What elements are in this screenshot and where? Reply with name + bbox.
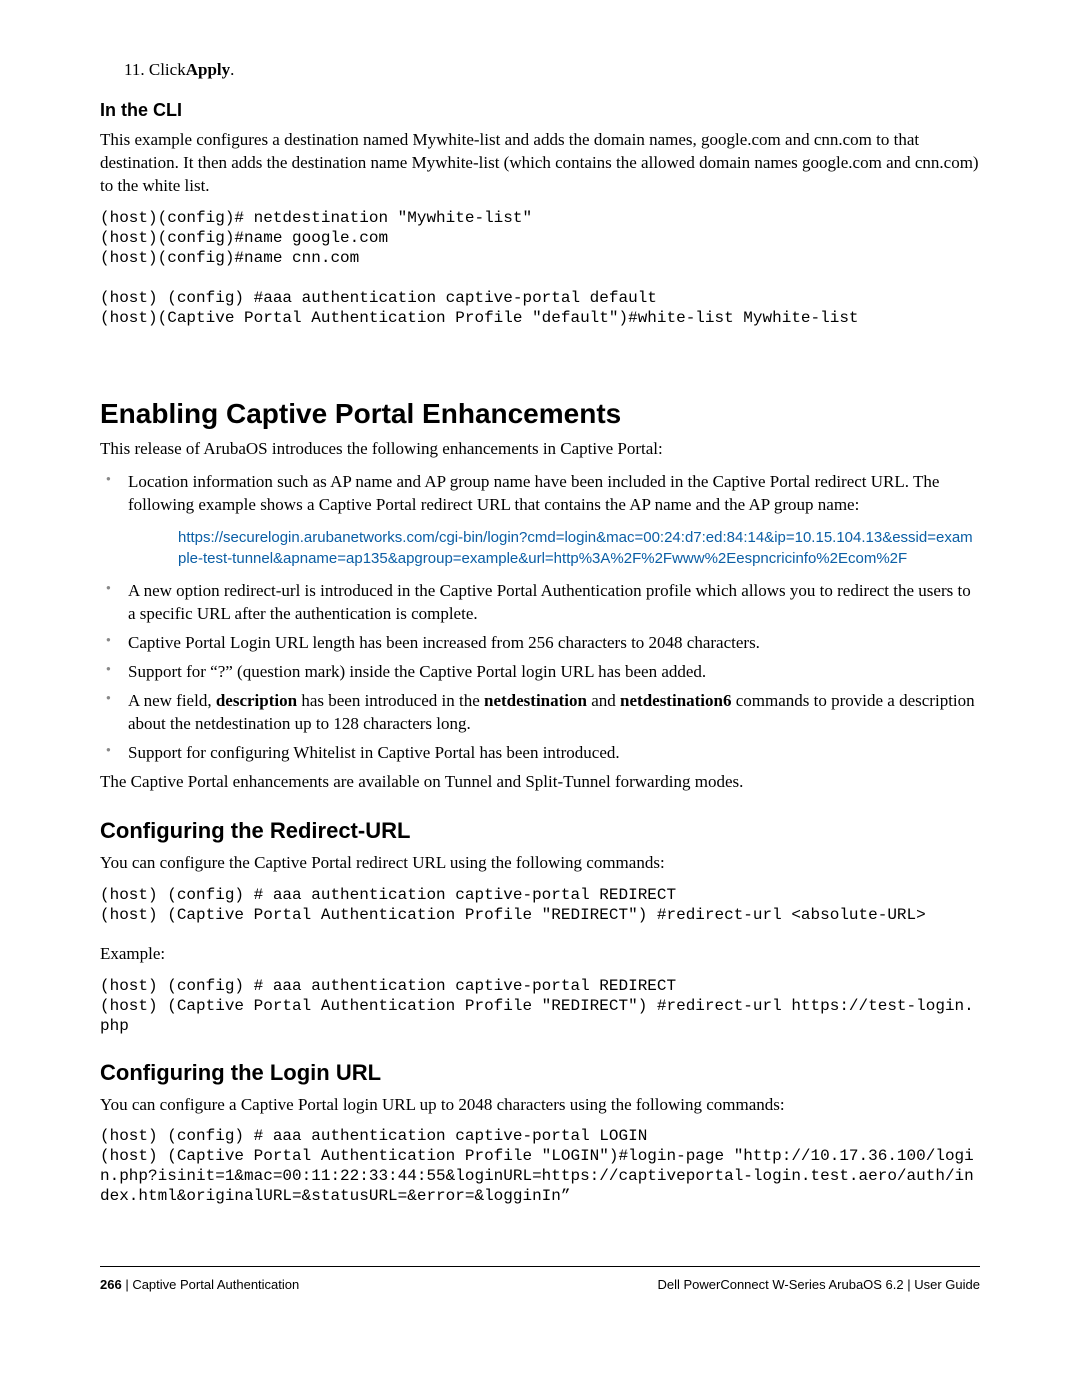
page-footer: 266 | Captive Portal Authentication Dell…	[100, 1266, 980, 1292]
step-number: 11.	[124, 60, 145, 79]
enhancements-list: Location information such as AP name and…	[100, 471, 980, 765]
cli-intro: This example configures a destination na…	[100, 129, 980, 198]
cli-heading: In the CLI	[100, 100, 980, 121]
step-11: 11. ClickApply.	[100, 60, 980, 80]
enhancements-outro: The Captive Portal enhancements are avai…	[100, 771, 980, 794]
login-heading: Configuring the Login URL	[100, 1060, 980, 1086]
enhancements-heading: Enabling Captive Portal Enhancements	[100, 398, 980, 430]
bold-term: netdestination	[484, 691, 587, 710]
bold-term: netdestination6	[620, 691, 731, 710]
text: and	[587, 691, 620, 710]
footer-left: 266 | Captive Portal Authentication	[100, 1277, 299, 1292]
bold-term: description	[216, 691, 297, 710]
list-item: A new field, description has been introd…	[100, 690, 980, 736]
step-bold: Apply	[186, 60, 230, 79]
footer-right: Dell PowerConnect W-Series ArubaOS 6.2 |…	[657, 1277, 980, 1292]
footer-guide: User Guide	[914, 1277, 980, 1292]
step-prefix: Click	[149, 60, 186, 79]
footer-section: Captive Portal Authentication	[132, 1277, 299, 1292]
example-label: Example:	[100, 943, 980, 966]
enhancements-intro: This release of ArubaOS introduces the f…	[100, 438, 980, 461]
text: has been introduced in the	[297, 691, 484, 710]
redirect-intro: You can configure the Captive Portal red…	[100, 852, 980, 875]
step-suffix: .	[230, 60, 234, 79]
list-item: Support for “?” (question mark) inside t…	[100, 661, 980, 684]
list-item: Captive Portal Login URL length has been…	[100, 632, 980, 655]
login-intro: You can configure a Captive Portal login…	[100, 1094, 980, 1117]
cli-code: (host)(config)# netdestination "Mywhite-…	[100, 208, 980, 328]
footer-sep2: |	[904, 1277, 915, 1292]
document-page: 11. ClickApply. In the CLI This example …	[0, 0, 1080, 1340]
bullet-text: Location information such as AP name and…	[128, 472, 939, 514]
list-item: Support for configuring Whitelist in Cap…	[100, 742, 980, 765]
redirect-code2: (host) (config) # aaa authentication cap…	[100, 976, 980, 1036]
text: A new field,	[128, 691, 216, 710]
redirect-url-example: https://securelogin.arubanetworks.com/cg…	[178, 527, 980, 571]
redirect-heading: Configuring the Redirect-URL	[100, 818, 980, 844]
redirect-code1: (host) (config) # aaa authentication cap…	[100, 885, 980, 925]
footer-sep: |	[122, 1277, 133, 1292]
list-item: A new option redirect-url is introduced …	[100, 580, 980, 626]
footer-product: Dell PowerConnect W-Series ArubaOS 6.2	[657, 1277, 903, 1292]
login-code: (host) (config) # aaa authentication cap…	[100, 1126, 980, 1206]
page-number: 266	[100, 1277, 122, 1292]
list-item: Location information such as AP name and…	[100, 471, 980, 570]
